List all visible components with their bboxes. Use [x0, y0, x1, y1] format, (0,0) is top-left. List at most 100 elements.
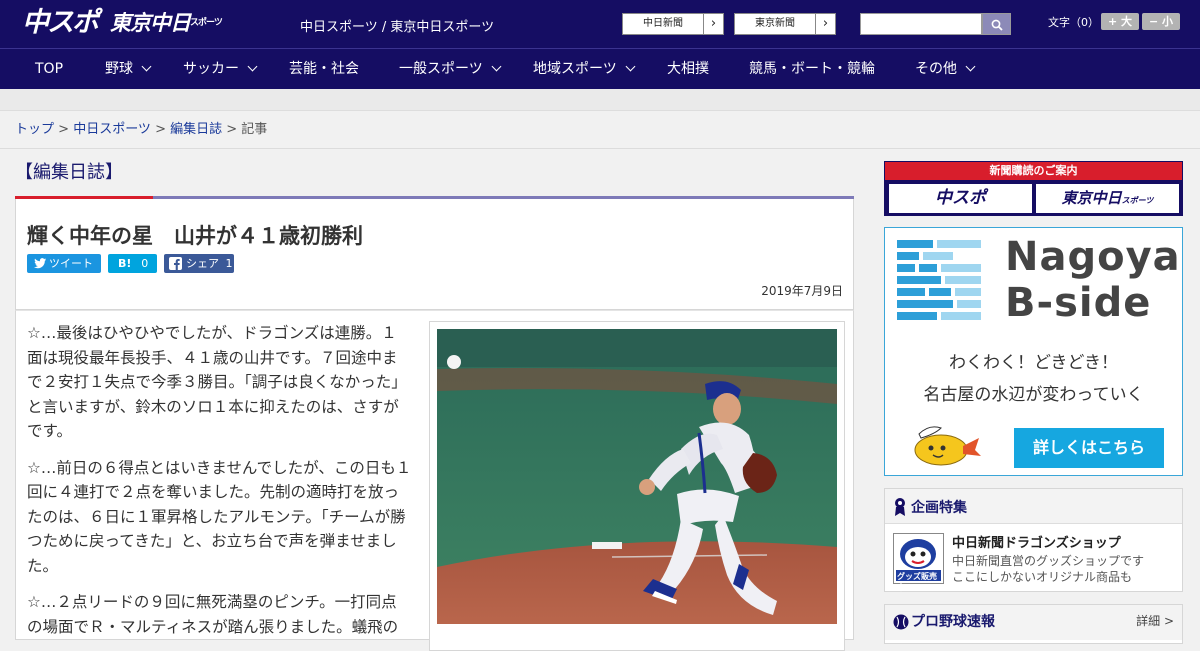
nav-general-sports[interactable]: 一般スポーツ — [399, 49, 502, 90]
article-body: ☆…最後はひやひやでしたが、ドラゴンズは連勝。１面は現役最年長投手、４１歳の山井… — [15, 310, 854, 651]
hatena-icon: B! — [118, 257, 132, 270]
pro-baseball-heading-label: プロ野球速報 — [911, 614, 995, 630]
chevron-right-icon: › — [703, 14, 723, 34]
nagoya-bside-ad[interactable]: Nagoya B-side わくわく！どきどき！ 名古屋の水辺が変わっていく 詳し… — [884, 227, 1183, 476]
subscribe-tokyo-chunichi-button[interactable]: 東京中日スポーツ — [1036, 184, 1179, 213]
article-paragraph: ☆…前日の６得点とはいきませんでしたが、この日も１回に４連打で２点を奪いました。… — [27, 458, 412, 575]
pitcher-photo-image — [437, 329, 837, 624]
breadcrumb-category[interactable]: 編集日誌 — [170, 122, 222, 137]
breadcrumb-current: 記事 — [241, 122, 268, 137]
nav-label: 競馬・ボート・競輪 — [749, 61, 875, 77]
dragons-shop-thumb-label: グッズ販売中 — [897, 572, 937, 592]
nav-label: サッカー — [183, 61, 239, 77]
nav-label: 大相撲 — [667, 61, 709, 77]
nav-label: 地域スポーツ — [533, 61, 617, 77]
section-heading: 【編集日誌】 — [15, 162, 123, 183]
tokyo-logo-text: 東京中日 — [110, 11, 191, 35]
ad-title-line-2: B-side — [1005, 280, 1152, 326]
article-photo-frame — [429, 321, 845, 651]
bside-logo-graphic — [897, 240, 981, 320]
font-size-large-button[interactable]: + 大 — [1101, 13, 1139, 30]
nav-other[interactable]: その他 — [915, 49, 976, 90]
facebook-share-label: シェア — [186, 257, 219, 270]
ad-title: Nagoya B-side — [1005, 234, 1181, 326]
ribbon-icon — [895, 498, 905, 516]
nav-horse-racing[interactable]: 競馬・ボート・競輪 — [749, 49, 875, 90]
tweet-label: ツイート — [49, 257, 93, 270]
article-header: 輝く中年の星 山井が４１歳初勝利 ツイート B! 0 シェア 1 2019年7月… — [15, 199, 854, 310]
nav-soccer[interactable]: サッカー — [183, 49, 258, 90]
site-title: 中日スポーツ / 東京中日スポーツ — [300, 20, 495, 35]
breadcrumb-separator: > — [150, 122, 171, 137]
baseball-icon — [893, 614, 909, 630]
ad-details-button[interactable]: 詳しくはこちら — [1014, 428, 1164, 468]
chunichi-shimbun-link[interactable]: 中日新聞 › — [622, 13, 724, 35]
nav-top[interactable]: TOP — [35, 49, 63, 90]
font-size-small-button[interactable]: − 小 — [1142, 13, 1180, 30]
pitcher-photo[interactable] — [437, 329, 837, 624]
pro-baseball-panel: プロ野球速報 詳細 > — [884, 604, 1183, 644]
subscription-banner[interactable]: 新聞購読のご案内 中スポ 東京中日スポーツ — [884, 161, 1183, 216]
pro-baseball-heading: プロ野球速報 詳細 > — [885, 605, 1182, 640]
article-date: 2019年7月9日 — [761, 284, 843, 298]
breadcrumb-home[interactable]: トップ — [15, 122, 54, 137]
dragons-shop-desc-line-2: ここにしかないオリジナル商品も — [952, 570, 1133, 584]
hatena-bookmark-button[interactable]: B! 0 — [108, 254, 157, 273]
nav-entertainment[interactable]: 芸能・社会 — [289, 49, 359, 90]
article-text: ☆…最後はひやひやでしたが、ドラゴンズは連勝。１面は現役最年長投手、４１歳の山井… — [27, 321, 412, 651]
nav-label: TOP — [35, 61, 64, 77]
spacer-strip — [0, 89, 1200, 111]
dragons-shop-desc-line-1: 中日新聞直営のグッズショップです — [952, 554, 1145, 568]
dragons-shop-thumbnail[interactable]: グッズ販売中 — [893, 533, 944, 592]
nav-label: 野球 — [105, 61, 133, 77]
nav-local-sports[interactable]: 地域スポーツ — [533, 49, 636, 90]
nav-label: その他 — [915, 61, 957, 77]
tokyo-shimbun-link[interactable]: 東京新聞 › — [734, 13, 836, 35]
search-button[interactable] — [982, 13, 1011, 35]
dragons-shop-description: 中日新聞直営のグッズショップです ここにしかないオリジナル商品も — [952, 553, 1144, 585]
facebook-share-button[interactable]: シェア 1 — [164, 254, 234, 273]
subscription-title: 新聞購読のご案内 — [885, 162, 1182, 180]
subscribe-chunichi-sports-button[interactable]: 中スポ — [889, 184, 1032, 213]
feature-heading: 企画特集 — [885, 489, 1182, 524]
chevron-right-icon: › — [815, 14, 835, 34]
search-input[interactable] — [860, 13, 982, 35]
ad-tagline-1: わくわく！どきどき！ — [949, 353, 1118, 373]
main-nav: TOP 野球 サッカー 芸能・社会 一般スポーツ 地域スポーツ 大相撲 競馬・ボ… — [0, 48, 1200, 89]
nav-label: 芸能・社会 — [289, 61, 359, 77]
hatena-count: 0 — [141, 257, 149, 270]
chevron-down-icon — [625, 61, 636, 72]
chevron-down-icon — [491, 61, 502, 72]
ad-title-line-1: Nagoya — [1005, 234, 1181, 280]
font-size-label: 文字（0） — [1048, 16, 1099, 29]
tweet-button[interactable]: ツイート — [27, 254, 101, 273]
tokyo-logo-small: スポーツ — [190, 18, 223, 28]
tokyo-chunichi-sports-logo[interactable]: 東京中日スポーツ — [110, 11, 223, 35]
breadcrumb-separator: > — [222, 122, 242, 137]
fried-shrimp-mascot-icon — [914, 426, 981, 466]
nav-label: 一般スポーツ — [399, 61, 483, 77]
breadcrumb-section[interactable]: 中日スポーツ — [73, 122, 151, 137]
site-header: 中スポ 東京中日スポーツ 中日スポーツ / 東京中日スポーツ 中日新聞 › 東京… — [0, 0, 1200, 48]
chunichi-sports-logo[interactable]: 中スポ — [22, 7, 102, 39]
tokyo-shimbun-label: 東京新聞 — [755, 18, 795, 29]
nav-baseball[interactable]: 野球 — [105, 49, 152, 90]
chevron-down-icon — [247, 61, 258, 72]
facebook-icon — [169, 257, 182, 270]
breadcrumb-separator: > — [54, 122, 74, 137]
chevron-down-icon — [965, 61, 976, 72]
breadcrumb: トップ > 中日スポーツ > 編集日誌 > 記事 — [0, 111, 1200, 149]
subscribe-tokyo-label: 東京中日 — [1061, 189, 1122, 207]
pro-baseball-detail-link[interactable]: 詳細 > — [1136, 605, 1174, 637]
ad-tagline-2: 名古屋の水辺が変わっていく — [923, 385, 1144, 405]
facebook-share-count: 1 — [225, 257, 233, 270]
article-title: 輝く中年の星 山井が４１歳初勝利 — [27, 224, 363, 248]
nav-sumo[interactable]: 大相撲 — [667, 49, 709, 90]
feature-panel: 企画特集 グッズ販売中 中日新聞ドラゴンズショップ 中日新聞直営のグッズショップ… — [884, 488, 1183, 592]
dragons-shop-link[interactable]: 中日新聞ドラゴンズショップ — [952, 532, 1121, 551]
article-paragraph: ☆…最後はひやひやでしたが、ドラゴンズは連勝。１面は現役最年長投手、４１歳の山井… — [27, 324, 407, 440]
chunichi-shimbun-label: 中日新聞 — [643, 18, 683, 29]
subscribe-tokyo-small: スポーツ — [1121, 196, 1154, 205]
article-paragraph: ☆…２点リードの９回に無死満塁のピンチ。一打同点の場面でＲ・マルティネスが踏ん張… — [27, 593, 399, 636]
feature-heading-label: 企画特集 — [911, 500, 967, 516]
